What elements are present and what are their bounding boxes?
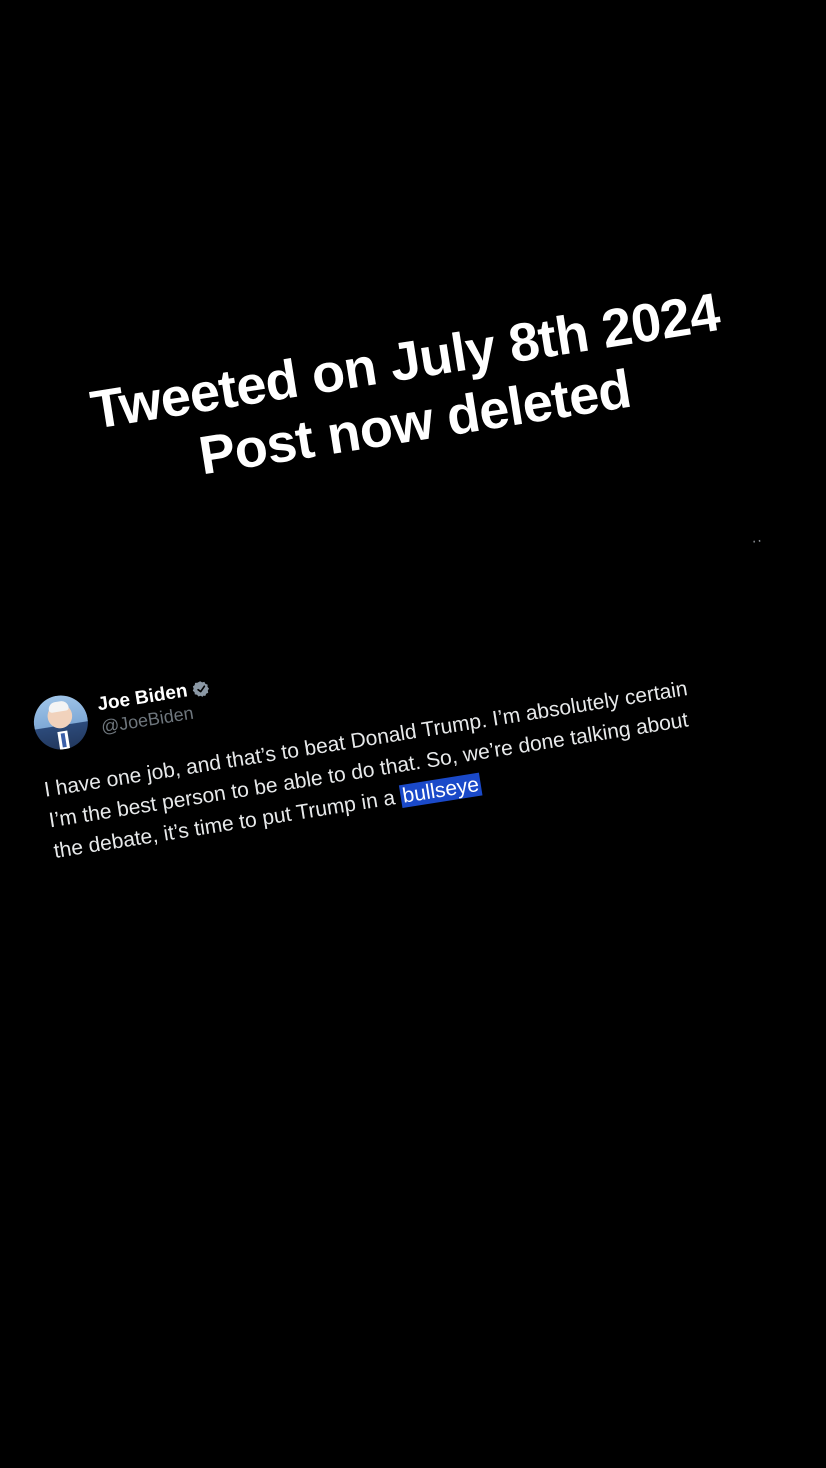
- overlay-caption: Tweeted on July 8th 2024 Post now delete…: [35, 273, 785, 511]
- avatar[interactable]: [30, 691, 92, 754]
- avatar-hair: [47, 700, 70, 714]
- tweet-card[interactable]: Joe Biden @JoeBiden I have one job, and …: [30, 581, 807, 867]
- verified-badge-icon: [192, 681, 209, 697]
- more-options-icon[interactable]: ··: [751, 533, 764, 551]
- screen: Tweeted on July 8th 2024 Post now delete…: [0, 0, 826, 1468]
- author-names: Joe Biden @JoeBiden: [96, 677, 215, 738]
